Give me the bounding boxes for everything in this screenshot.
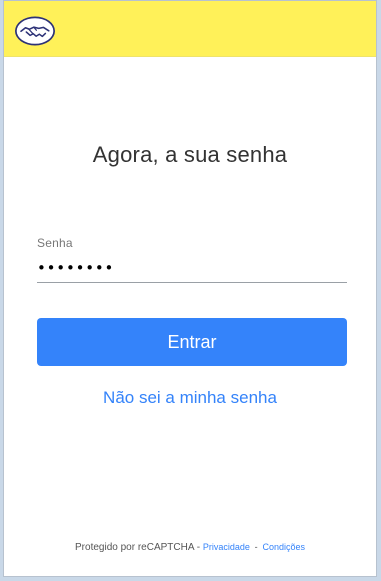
protected-text: Protegido por reCAPTCHA - <box>75 542 201 553</box>
terms-link[interactable]: Condições <box>262 542 305 552</box>
login-button[interactable]: Entrar <box>37 318 347 366</box>
login-panel: Agora, a sua senha Senha Entrar Não sei … <box>3 0 377 577</box>
forgot-password-link[interactable]: Não sei a minha senha <box>4 388 376 408</box>
browser-frame: Agora, a sua senha Senha Entrar Não sei … <box>0 0 381 581</box>
privacy-link[interactable]: Privacidade <box>203 542 250 552</box>
footer-separator: - <box>254 542 258 552</box>
handshake-icon[interactable] <box>14 15 56 47</box>
page-title: Agora, a sua senha <box>92 142 288 167</box>
password-input[interactable] <box>37 254 347 283</box>
password-label: Senha <box>37 236 73 250</box>
header-bar <box>4 1 376 57</box>
recaptcha-footer: Protegido por reCAPTCHA - Privacidade - … <box>4 542 376 553</box>
